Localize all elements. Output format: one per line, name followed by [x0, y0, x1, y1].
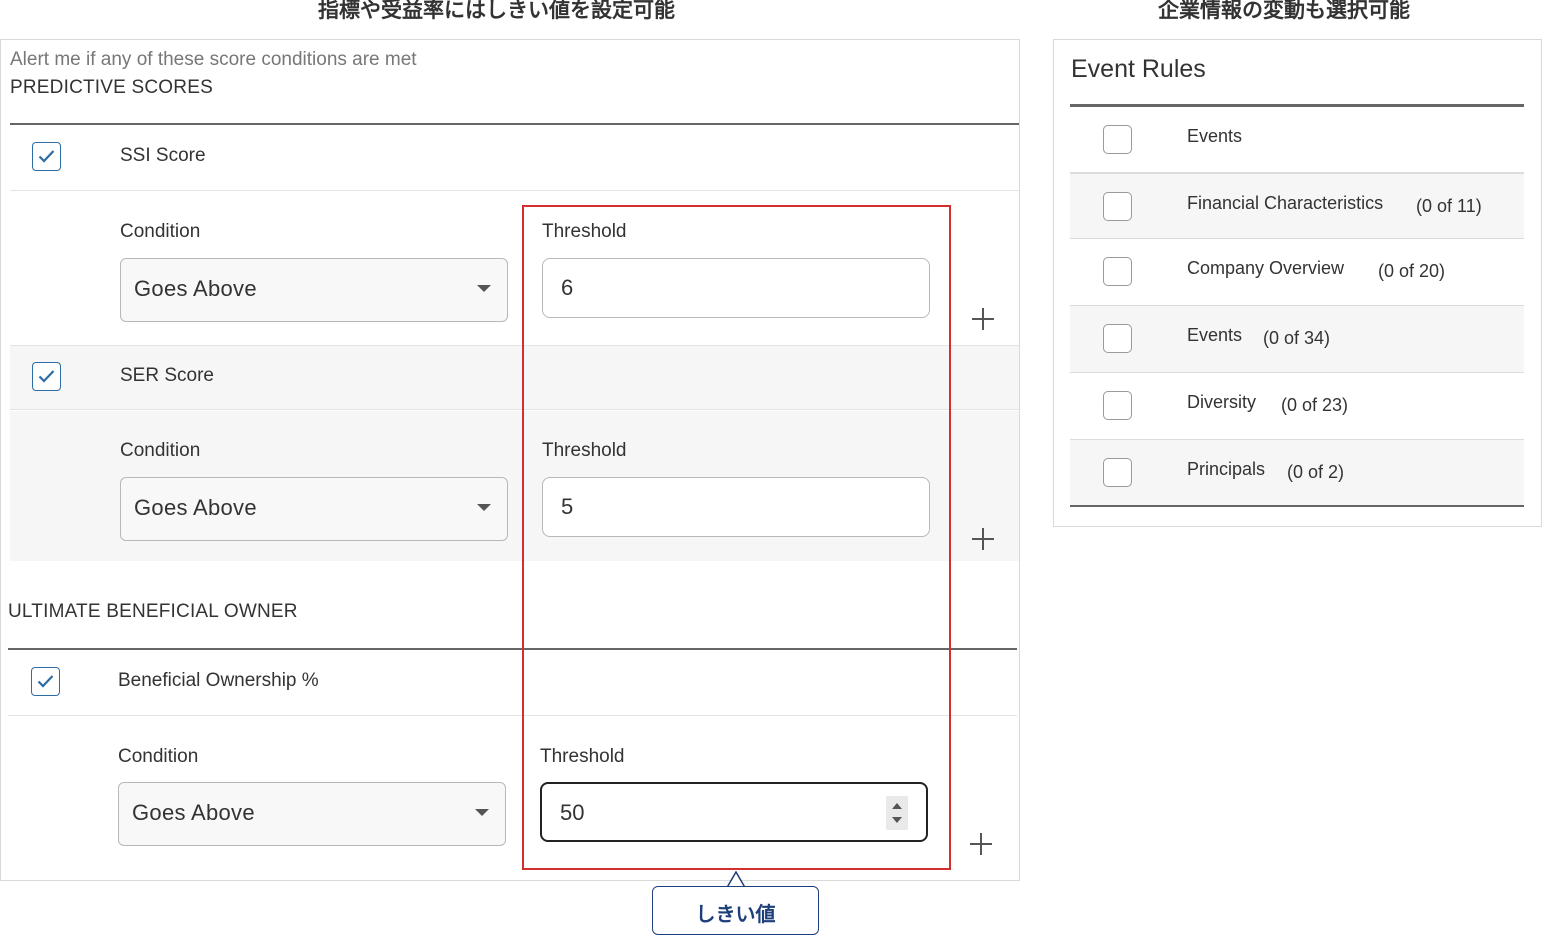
beneficial-ownership-condition-select[interactable]: Goes Above — [118, 782, 506, 846]
ser-condition-select[interactable]: Goes Above — [120, 477, 508, 541]
event-rule-checkbox[interactable] — [1103, 125, 1132, 154]
event-rules-title: Event Rules — [1071, 55, 1206, 83]
callout-text: しきい値 — [695, 902, 776, 926]
beneficial-ownership-add-condition-plus-icon[interactable] — [970, 833, 992, 855]
condition-label: Condition — [118, 746, 199, 767]
predictive-scores-title: PREDICTIVE SCORES — [10, 77, 213, 98]
ser-condition-value: Goes Above — [134, 495, 257, 520]
ser-score-checkbox[interactable] — [32, 362, 61, 391]
ssi-score-checkbox[interactable] — [32, 142, 61, 171]
chevron-down-icon — [477, 285, 491, 292]
check-icon — [38, 150, 55, 163]
ssi-score-label: SSI Score — [120, 145, 206, 166]
event-rule-checkbox[interactable] — [1103, 391, 1132, 420]
event-rule-label: Principals — [1187, 459, 1266, 479]
check-icon — [38, 370, 55, 383]
event-rules-panel: Event Rules Events Financial Characteris… — [1053, 39, 1542, 527]
condition-label: Condition — [120, 440, 201, 461]
event-rule-row: Principals (0 of 2) — [1070, 440, 1524, 507]
ssi-add-condition-plus-icon[interactable] — [972, 308, 994, 330]
beneficial-ownership-label: Beneficial Ownership % — [118, 670, 319, 691]
score-row-ssi: SSI Score — [10, 125, 1019, 191]
ssi-condition-select[interactable]: Goes Above — [120, 258, 508, 322]
chevron-down-icon — [475, 809, 489, 816]
heading-event-selection: 企業情報の変動も選択可能 — [1158, 0, 1410, 22]
event-rule-count: (0 of 11) — [1416, 196, 1482, 216]
beneficial-ownership-checkbox[interactable] — [31, 667, 60, 696]
event-rule-checkbox[interactable] — [1103, 458, 1132, 487]
event-rule-label: Company Overview — [1187, 258, 1345, 278]
heading-threshold-settings: 指標や受益率にはしきい値を設定可能 — [318, 0, 675, 22]
event-rule-label: Events — [1187, 126, 1243, 146]
chevron-down-icon — [477, 504, 491, 511]
event-rule-row: Events (0 of 34) — [1070, 306, 1524, 373]
event-rule-row: Company Overview (0 of 20) — [1070, 239, 1524, 306]
event-rule-row: Financial Characteristics (0 of 11) — [1070, 172, 1524, 239]
check-icon — [37, 675, 54, 688]
event-rule-row: Events — [1070, 107, 1524, 174]
ser-score-label: SER Score — [120, 365, 214, 386]
ubo-title: ULTIMATE BENEFICIAL OWNER — [8, 601, 298, 622]
event-rule-label: Events — [1187, 325, 1243, 345]
event-rule-count: (0 of 34) — [1263, 328, 1331, 348]
condition-label: Condition — [120, 221, 201, 242]
event-rule-label: Diversity — [1187, 392, 1257, 412]
event-rule-checkbox[interactable] — [1103, 257, 1132, 286]
event-rule-count: (0 of 20) — [1378, 261, 1446, 281]
event-rule-label: Financial Characteristics — [1187, 193, 1384, 213]
beneficial-ownership-condition-value: Goes Above — [132, 800, 255, 825]
alert-intro-text: Alert me if any of these score condition… — [10, 49, 417, 70]
event-rule-count: (0 of 2) — [1287, 462, 1345, 482]
event-rule-checkbox[interactable] — [1103, 192, 1132, 221]
threshold-highlight-box — [522, 205, 951, 870]
event-rule-count: (0 of 23) — [1281, 395, 1349, 415]
event-rule-checkbox[interactable] — [1103, 324, 1132, 353]
ser-add-condition-plus-icon[interactable] — [972, 528, 994, 550]
threshold-callout: しきい値 — [652, 886, 819, 935]
event-rule-row: Diversity (0 of 23) — [1070, 373, 1524, 440]
ssi-condition-value: Goes Above — [134, 276, 257, 301]
